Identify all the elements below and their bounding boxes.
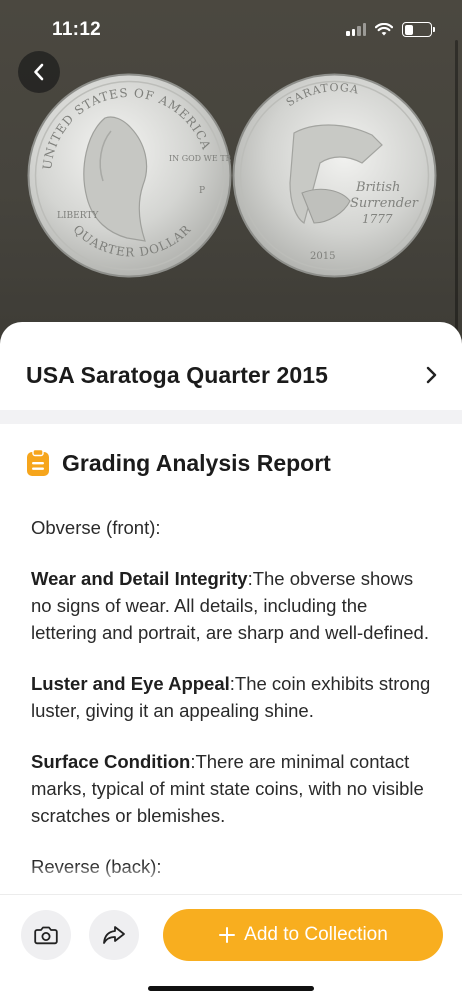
reverse-text-line3: 1777 — [362, 212, 393, 226]
report-header: Grading Analysis Report — [26, 449, 331, 477]
share-button[interactable] — [89, 910, 139, 960]
camera-icon — [34, 926, 58, 945]
reverse-text-line2: Surrender — [350, 196, 419, 211]
chevron-right-icon — [426, 366, 437, 384]
signal-icon — [346, 23, 366, 36]
report-item-label: Wear and Detail Integrity — [31, 568, 248, 589]
clipboard-icon — [27, 449, 49, 476]
obverse-mint-text: P — [199, 186, 205, 196]
report-title: Grading Analysis Report — [62, 449, 331, 476]
obverse-liberty-text: LIBERTY — [57, 211, 99, 221]
scroll-indicator — [455, 40, 458, 340]
reverse-text-line1: British — [355, 180, 400, 195]
obverse-motto-text: IN GOD WE TRUST — [169, 154, 232, 163]
status-time: 11:12 — [52, 19, 102, 40]
share-icon — [103, 926, 125, 944]
coin-photo: 11:12 UNITED STATES OF AMERICA QUARTER D… — [0, 0, 462, 345]
coin-obverse-image: UNITED STATES OF AMERICA QUARTER DOLLAR … — [27, 73, 232, 278]
status-icons — [346, 22, 435, 37]
coin-title-row[interactable]: USA Saratoga Quarter 2015 — [26, 358, 438, 392]
add-to-collection-button[interactable]: Add to Collection — [163, 909, 443, 961]
section-divider — [0, 410, 462, 424]
chevron-left-icon — [34, 63, 44, 81]
report-item: Luster and Eye Appeal:The coin exhibits … — [31, 670, 432, 724]
plus-icon — [219, 927, 236, 943]
home-indicator[interactable] — [148, 986, 314, 991]
add-to-collection-label: Add to Collection — [244, 924, 388, 945]
coin-title-card: USA Saratoga Quarter 2015 — [0, 322, 462, 410]
report-item: Surface Condition:There are minimal cont… — [31, 748, 432, 829]
content-fade — [0, 864, 462, 894]
camera-button[interactable] — [21, 910, 71, 960]
reverse-year-text: 2015 — [310, 251, 335, 262]
report-body: Obverse (front): Wear and Detail Integri… — [31, 514, 432, 894]
wifi-icon — [375, 23, 393, 36]
report-item-label: Luster and Eye Appeal — [31, 673, 230, 694]
coin-reverse-image: SARATOGA British Surrender 1777 2015 — [232, 73, 437, 278]
back-button[interactable] — [18, 51, 60, 93]
grading-report: Grading Analysis Report Obverse (front):… — [0, 424, 462, 894]
coin-title: USA Saratoga Quarter 2015 — [26, 361, 329, 388]
battery-icon — [402, 22, 435, 37]
report-item-label: Surface Condition — [31, 751, 191, 772]
bottom-action-bar: Add to Collection — [0, 894, 462, 1000]
section-label: Obverse (front): — [31, 517, 161, 538]
report-item: Wear and Detail Integrity:The obverse sh… — [31, 565, 432, 646]
status-bar: 11:12 — [0, 0, 462, 58]
